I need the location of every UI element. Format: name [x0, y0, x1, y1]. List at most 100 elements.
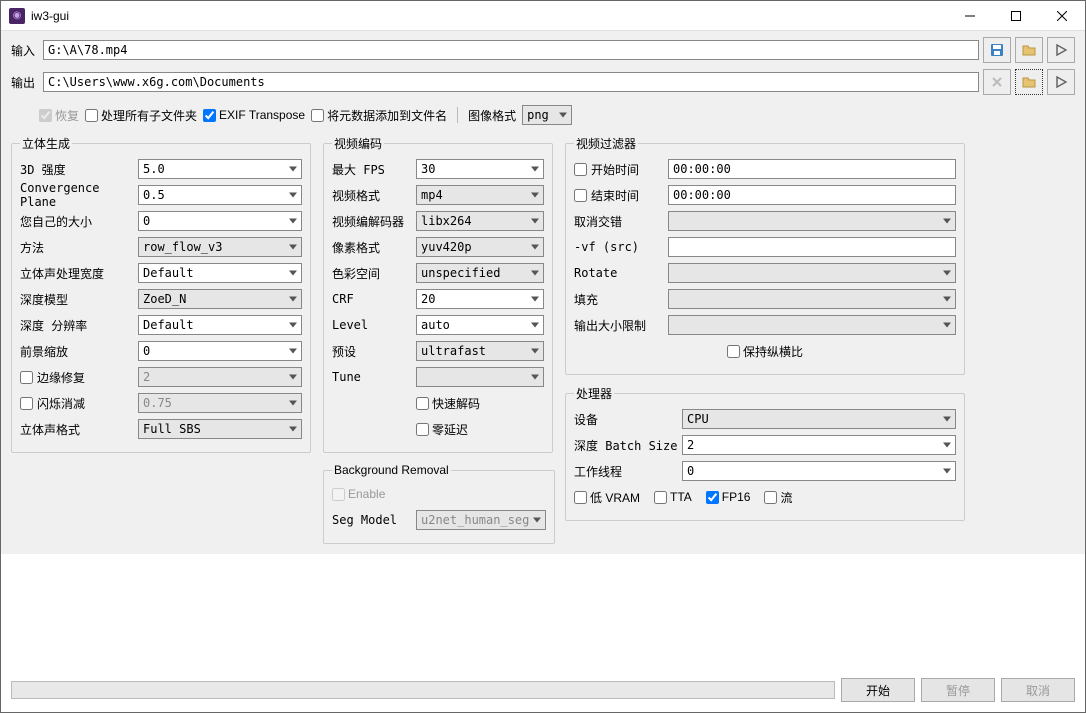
- pad-select[interactable]: [668, 289, 956, 309]
- video-legend: 视频编码: [332, 135, 384, 152]
- codec-label: 视频编解码器: [332, 213, 416, 230]
- output-clear-button[interactable]: [983, 69, 1011, 95]
- fmt-label: 视频格式: [332, 187, 416, 204]
- depth-model-select[interactable]: ZoeD_N: [138, 289, 302, 309]
- device-select[interactable]: CPU: [682, 409, 956, 429]
- edge-fix-checkbox[interactable]: 边缘修复: [20, 369, 138, 386]
- batch-select[interactable]: 2: [682, 435, 956, 455]
- size-label: 您自己的大小: [20, 213, 138, 230]
- deinterlace-label: 取消交错: [574, 213, 668, 230]
- filters-fieldset: 视频过滤器 开始时间00:00:00 结束时间00:00:00 取消交错 -vf…: [565, 135, 965, 375]
- start-button[interactable]: 开始: [841, 678, 915, 702]
- stereo-legend: 立体生成: [20, 135, 72, 152]
- method-label: 方法: [20, 239, 138, 256]
- outlimit-label: 输出大小限制: [574, 317, 668, 334]
- preset-select[interactable]: ultrafast: [416, 341, 544, 361]
- stream-checkbox[interactable]: 流: [764, 489, 792, 506]
- end-time-field[interactable]: 00:00:00: [668, 185, 956, 205]
- level-select[interactable]: auto: [416, 315, 544, 335]
- color-label: 色彩空间: [332, 265, 416, 282]
- depth-res-label: 深度 分辨率: [20, 317, 138, 334]
- level-label: Level: [332, 318, 416, 332]
- tune-label: Tune: [332, 370, 416, 384]
- seg-model-select: u2net_human_seg: [416, 510, 546, 530]
- threads-select[interactable]: 0: [682, 461, 956, 481]
- pause-button: 暂停: [921, 678, 995, 702]
- close-button[interactable]: [1039, 1, 1085, 31]
- exif-checkbox[interactable]: EXIF Transpose: [203, 108, 305, 122]
- maximize-button[interactable]: [993, 1, 1039, 31]
- progress-bar: [11, 681, 835, 699]
- image-format-select[interactable]: png: [522, 105, 572, 125]
- pix-select[interactable]: yuv420p: [416, 237, 544, 257]
- depth-res-select[interactable]: Default: [138, 315, 302, 335]
- outlimit-select[interactable]: [668, 315, 956, 335]
- output-path-field[interactable]: [43, 72, 979, 92]
- keep-aspect-checkbox[interactable]: 保持纵横比: [727, 343, 803, 360]
- video-fieldset: 视频编码 最大 FPS30 视频格式mp4 视频编解码器libx264 像素格式…: [323, 135, 553, 453]
- depth-model-label: 深度模型: [20, 291, 138, 308]
- tta-checkbox[interactable]: TTA: [654, 490, 692, 504]
- size-select[interactable]: 0: [138, 211, 302, 231]
- rotate-label: Rotate: [574, 266, 668, 280]
- output-browse-button[interactable]: [1015, 69, 1043, 95]
- bgremove-legend: Background Removal: [332, 463, 451, 477]
- width-select[interactable]: Default: [138, 263, 302, 283]
- stereo-fmt-label: 立体声格式: [20, 421, 138, 438]
- crf-select[interactable]: 20: [416, 289, 544, 309]
- window-title: iw3-gui: [31, 9, 947, 23]
- fast-decode-checkbox[interactable]: 快速解码: [416, 395, 480, 412]
- input-browse-button[interactable]: [1015, 37, 1043, 63]
- maxfps-select[interactable]: 30: [416, 159, 544, 179]
- convergence-label: Convergence Plane: [20, 181, 138, 209]
- meta-filename-checkbox[interactable]: 将元数据添加到文件名: [311, 107, 447, 124]
- fg-scale-label: 前景缩放: [20, 343, 138, 360]
- strength-select[interactable]: 5.0: [138, 159, 302, 179]
- vf-field[interactable]: [668, 237, 956, 257]
- output-label: 输出: [11, 74, 39, 91]
- bg-enable-checkbox: Enable: [332, 487, 385, 501]
- start-time-checkbox[interactable]: 开始时间: [574, 161, 668, 178]
- fg-scale-select[interactable]: 0: [138, 341, 302, 361]
- filters-legend: 视频过滤器: [574, 135, 638, 152]
- input-play-button[interactable]: [1047, 37, 1075, 63]
- output-play-button[interactable]: [1047, 69, 1075, 95]
- start-time-field[interactable]: 00:00:00: [668, 159, 956, 179]
- strength-label: 3D 强度: [20, 161, 138, 178]
- deinterlace-select[interactable]: [668, 211, 956, 231]
- method-select[interactable]: row_flow_v3: [138, 237, 302, 257]
- stereo-fieldset: 立体生成 3D 强度5.0 Convergence Plane0.5 您自己的大…: [11, 135, 311, 453]
- vf-label: -vf (src): [574, 240, 668, 254]
- crf-label: CRF: [332, 292, 416, 306]
- zero-latency-checkbox[interactable]: 零延迟: [416, 421, 468, 438]
- cancel-button: 取消: [1001, 678, 1075, 702]
- input-path-field[interactable]: [43, 40, 979, 60]
- fp16-checkbox[interactable]: FP16: [706, 490, 751, 504]
- pix-label: 像素格式: [332, 239, 416, 256]
- end-time-checkbox[interactable]: 结束时间: [574, 187, 668, 204]
- input-save-button[interactable]: [983, 37, 1011, 63]
- flicker-select: 0.75: [138, 393, 302, 413]
- separator: [457, 107, 458, 123]
- fmt-select[interactable]: mp4: [416, 185, 544, 205]
- convergence-select[interactable]: 0.5: [138, 185, 302, 205]
- subfolders-checkbox[interactable]: 处理所有子文件夹: [85, 107, 197, 124]
- low-vram-checkbox[interactable]: 低 VRAM: [574, 489, 640, 506]
- width-label: 立体声处理宽度: [20, 265, 138, 282]
- flicker-checkbox[interactable]: 闪烁消减: [20, 395, 138, 412]
- minimize-button[interactable]: [947, 1, 993, 31]
- seg-model-label: Seg Model: [332, 513, 416, 527]
- codec-select[interactable]: libx264: [416, 211, 544, 231]
- device-label: 设备: [574, 411, 682, 428]
- processor-fieldset: 处理器 设备CPU 深度 Batch Size2 工作线程0 低 VRAM TT…: [565, 385, 965, 521]
- input-label: 输入: [11, 42, 39, 59]
- color-select[interactable]: unspecified: [416, 263, 544, 283]
- stereo-fmt-select[interactable]: Full SBS: [138, 419, 302, 439]
- tune-select[interactable]: [416, 367, 544, 387]
- rotate-select[interactable]: [668, 263, 956, 283]
- image-format-label: 图像格式: [468, 107, 516, 124]
- threads-label: 工作线程: [574, 463, 682, 480]
- maxfps-label: 最大 FPS: [332, 161, 416, 178]
- bgremove-fieldset: Background Removal Enable Seg Modelu2net…: [323, 463, 555, 544]
- resume-checkbox: 恢复: [39, 107, 79, 124]
